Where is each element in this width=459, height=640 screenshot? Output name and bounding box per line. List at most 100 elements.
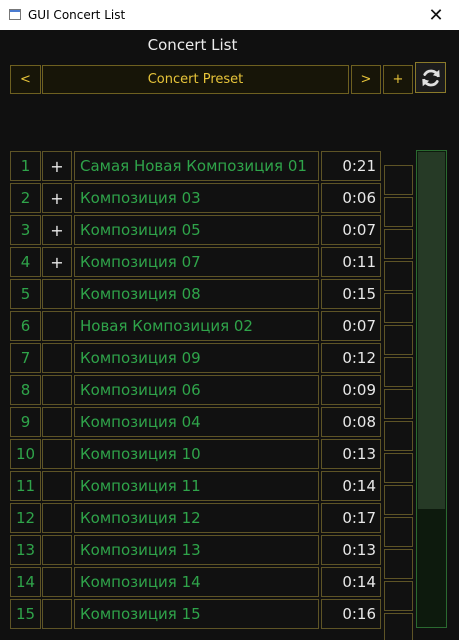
title-bar: GUI Concert List ✕ — [0, 0, 459, 30]
song-duration: 0:16 — [321, 599, 381, 629]
song-side-button[interactable] — [384, 357, 413, 387]
song-side-button[interactable] — [384, 165, 413, 195]
song-duration: 0:17 — [321, 503, 381, 533]
song-title[interactable]: Композиция 11 — [74, 471, 319, 501]
song-side-button[interactable] — [384, 389, 413, 419]
song-row[interactable]: 1 + Самая Новая Композиция 01 0:21 — [10, 151, 382, 181]
song-duration: 0:08 — [321, 407, 381, 437]
song-duration: 0:14 — [321, 567, 381, 597]
song-duration: 0:12 — [321, 343, 381, 373]
song-number: 14 — [10, 567, 41, 597]
song-side-button[interactable] — [384, 197, 413, 227]
song-title[interactable]: Композиция 10 — [74, 439, 319, 469]
window-title: GUI Concert List — [28, 8, 126, 22]
song-number: 6 — [10, 311, 41, 341]
song-duration: 0:13 — [321, 439, 381, 469]
song-side-button[interactable] — [384, 485, 413, 515]
song-duration: 0:11 — [321, 247, 381, 277]
refresh-button[interactable] — [415, 62, 446, 93]
song-add-button[interactable]: + — [42, 183, 72, 213]
song-number: 2 — [10, 183, 41, 213]
song-duration: 0:06 — [321, 183, 381, 213]
song-row[interactable]: 13 Композиция 13 0:13 — [10, 535, 382, 565]
song-title[interactable]: Композиция 13 — [74, 535, 319, 565]
song-number: 10 — [10, 439, 41, 469]
song-duration: 0:15 — [321, 279, 381, 309]
scrollbar-track[interactable] — [416, 150, 447, 628]
song-number: 1 — [10, 151, 41, 181]
song-number: 15 — [10, 599, 41, 629]
song-title[interactable]: Новая Композиция 02 — [74, 311, 319, 341]
song-side-button[interactable] — [384, 549, 413, 579]
song-add-button[interactable] — [42, 343, 72, 373]
song-row[interactable]: 7 Композиция 09 0:12 — [10, 343, 382, 373]
song-add-button[interactable] — [42, 503, 72, 533]
song-add-button[interactable] — [42, 279, 72, 309]
song-number: 12 — [10, 503, 41, 533]
song-number: 9 — [10, 407, 41, 437]
song-title[interactable]: Композиция 08 — [74, 279, 319, 309]
song-duration: 0:14 — [321, 471, 381, 501]
song-title[interactable]: Композиция 05 — [74, 215, 319, 245]
song-row[interactable]: 9 Композиция 04 0:08 — [10, 407, 382, 437]
song-row[interactable]: 5 Композиция 08 0:15 — [10, 279, 382, 309]
song-number: 7 — [10, 343, 41, 373]
song-row[interactable]: 10 Композиция 10 0:13 — [10, 439, 382, 469]
song-add-button[interactable] — [42, 375, 72, 405]
song-row[interactable]: 2 + Композиция 03 0:06 — [10, 183, 382, 213]
next-preset-button[interactable]: > — [351, 65, 381, 94]
song-add-button[interactable]: + — [42, 247, 72, 277]
song-add-button[interactable] — [42, 567, 72, 597]
song-add-button[interactable] — [42, 599, 72, 629]
song-row[interactable]: 12 Композиция 12 0:17 — [10, 503, 382, 533]
song-number: 13 — [10, 535, 41, 565]
song-add-button[interactable]: + — [42, 151, 72, 181]
song-row[interactable]: 14 Композиция 14 0:14 — [10, 567, 382, 597]
song-side-button[interactable] — [384, 421, 413, 451]
song-side-button[interactable] — [384, 325, 413, 355]
song-side-button[interactable] — [384, 453, 413, 483]
song-add-button[interactable]: + — [42, 215, 72, 245]
song-title[interactable]: Композиция 09 — [74, 343, 319, 373]
song-side-button[interactable] — [384, 261, 413, 291]
song-duration: 0:07 — [321, 311, 381, 341]
song-side-button[interactable] — [384, 613, 413, 640]
close-button[interactable]: ✕ — [413, 0, 459, 30]
add-preset-button[interactable]: + — [383, 65, 413, 94]
song-row[interactable]: 15 Композиция 15 0:16 — [10, 599, 382, 629]
song-number: 3 — [10, 215, 41, 245]
song-duration: 0:07 — [321, 215, 381, 245]
song-add-button[interactable] — [42, 471, 72, 501]
song-duration: 0:21 — [321, 151, 381, 181]
song-number: 8 — [10, 375, 41, 405]
song-title[interactable]: Композиция 15 — [74, 599, 319, 629]
song-add-button[interactable] — [42, 311, 72, 341]
song-row[interactable]: 6 Новая Композиция 02 0:07 — [10, 311, 382, 341]
song-number: 11 — [10, 471, 41, 501]
song-add-button[interactable] — [42, 535, 72, 565]
song-side-button[interactable] — [384, 293, 413, 323]
scrollbar-thumb[interactable] — [418, 152, 445, 509]
song-title[interactable]: Композиция 03 — [74, 183, 319, 213]
song-title[interactable]: Композиция 04 — [74, 407, 319, 437]
song-title[interactable]: Композиция 12 — [74, 503, 319, 533]
song-add-button[interactable] — [42, 407, 72, 437]
song-row[interactable]: 11 Композиция 11 0:14 — [10, 471, 382, 501]
song-row[interactable]: 4 + Композиция 07 0:11 — [10, 247, 382, 277]
song-number: 4 — [10, 247, 41, 277]
song-side-button[interactable] — [384, 581, 413, 611]
song-row[interactable]: 8 Композиция 06 0:09 — [10, 375, 382, 405]
song-title[interactable]: Композиция 06 — [74, 375, 319, 405]
song-title[interactable]: Самая Новая Композиция 01 — [74, 151, 319, 181]
song-add-button[interactable] — [42, 439, 72, 469]
song-title[interactable]: Композиция 07 — [74, 247, 319, 277]
song-duration: 0:13 — [321, 535, 381, 565]
song-side-button[interactable] — [384, 229, 413, 259]
preset-selector[interactable]: Concert Preset — [42, 65, 349, 94]
song-number: 5 — [10, 279, 41, 309]
page-title: Concert List — [147, 36, 238, 54]
song-side-button[interactable] — [384, 517, 413, 547]
song-title[interactable]: Композиция 14 — [74, 567, 319, 597]
previous-preset-button[interactable]: < — [10, 65, 41, 94]
song-row[interactable]: 3 + Композиция 05 0:07 — [10, 215, 382, 245]
